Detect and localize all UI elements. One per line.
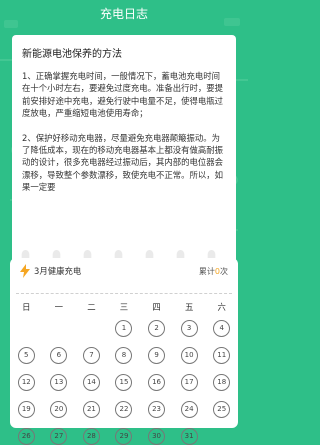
calendar-card: 3月健康充电 累计0次 日一二三四五六 1 2 3 4 5 6 7 8 9 10 11 12 13 14 1… [10, 258, 238, 445]
page-title: 充电日志 [99, 7, 148, 21]
calendar-day[interactable]: 30 [140, 428, 173, 445]
calendar-day-number: 30 [148, 428, 166, 445]
calendar-day-number: 26 [17, 428, 35, 445]
weekday-label: 一 [54, 302, 64, 312]
calendar-day-number: 20 [50, 401, 68, 418]
calendar-day-number: 21 [82, 401, 100, 418]
calendar-day[interactable]: 3 [173, 320, 206, 337]
month-label: 3月健康充电 [34, 266, 82, 276]
calendar-day[interactable]: 5 [10, 347, 43, 364]
article-paragraph-1: 1、正确掌握充电时间，一般情况下，蓄电池充电时间在十个小时左右，要避免过度充电。… [22, 71, 223, 119]
total-unit: 次 [220, 266, 228, 276]
calendar-day[interactable]: 23 [140, 401, 173, 418]
weekday-label: 五 [184, 302, 194, 312]
calendar-day-number: 15 [115, 374, 133, 391]
calendar-day[interactable]: 18 [205, 374, 238, 391]
month-label-group: 3月健康充电 [20, 264, 81, 278]
calendar-day[interactable]: 1 [108, 320, 141, 337]
weekday-label: 四 [152, 302, 161, 312]
lightning-bolt-icon [20, 264, 30, 278]
calendar-day-number: 4 [213, 320, 231, 337]
calendar-day[interactable]: 25 [205, 401, 238, 418]
calendar-day-number: 16 [148, 374, 166, 391]
calendar-day[interactable]: 2 [140, 320, 173, 337]
calendar-day-number: 19 [17, 401, 35, 418]
calendar-day[interactable]: 17 [173, 374, 206, 391]
article-card[interactable]: 新能源电池保养的方法 1、正确掌握充电时间，一般情况下，蓄电池充电时间在十个小时… [12, 35, 236, 266]
calendar-header: 3月健康充电 累计0次 [20, 258, 228, 284]
calendar-day-number: 17 [180, 374, 198, 391]
calendar-day-number: 18 [213, 374, 231, 391]
calendar-day[interactable]: 26 [10, 428, 43, 445]
calendar-day-number: 10 [180, 347, 198, 364]
empty-day-cell [75, 321, 108, 336]
calendar-day-number: 1 [115, 320, 133, 337]
calendar-day-number: 24 [180, 401, 198, 418]
calendar-day-number: 12 [17, 374, 35, 391]
calendar-day[interactable]: 13 [43, 374, 76, 391]
weekday-label: 二 [87, 302, 96, 312]
calendar-day-number: 22 [115, 401, 133, 418]
calendar-day[interactable]: 19 [10, 401, 43, 418]
calendar-day-number: 3 [180, 320, 198, 337]
calendar-day[interactable]: 31 [173, 428, 206, 445]
calendar-day[interactable]: 11 [205, 347, 238, 364]
weekday-label: 六 [217, 302, 226, 312]
weekday-label: 日 [22, 302, 31, 312]
calendar-day-number: 25 [213, 401, 231, 418]
calendar-day[interactable]: 6 [43, 347, 76, 364]
calendar-day-number: 13 [50, 374, 68, 391]
calendar-day-number: 6 [50, 347, 68, 364]
calendar-day[interactable]: 8 [108, 347, 141, 364]
calendar-day-number: 9 [148, 347, 166, 364]
calendar-day[interactable]: 10 [173, 347, 206, 364]
calendar-divider [16, 293, 232, 294]
calendar-day-number: 31 [180, 428, 198, 445]
article-title: 新能源电池保养的方法 [22, 49, 122, 60]
calendar-day[interactable]: 21 [75, 401, 108, 418]
calendar-day[interactable]: 14 [75, 374, 108, 391]
empty-day-cell [10, 321, 43, 336]
calendar-day-number: 8 [115, 347, 133, 364]
calendar-day-number: 28 [82, 428, 100, 445]
calendar-day[interactable]: 15 [108, 374, 141, 391]
total-charge-count: 累计0次 [199, 266, 228, 277]
calendar-day[interactable]: 9 [140, 347, 173, 364]
calendar-day[interactable]: 24 [173, 401, 206, 418]
calendar-day[interactable]: 7 [75, 347, 108, 364]
day-grid: 1 2 3 4 5 6 7 8 9 10 11 12 13 14 15 16 17 18 19 20 21 22 23 24 2… [10, 320, 238, 445]
empty-day-cell [43, 321, 76, 336]
calendar-day[interactable]: 4 [205, 320, 238, 337]
total-label: 累计 [198, 266, 215, 276]
calendar-day[interactable]: 28 [75, 428, 108, 445]
calendar-day[interactable]: 16 [140, 374, 173, 391]
calendar-day-number: 29 [115, 428, 133, 445]
calendar-day-number: 2 [148, 320, 166, 337]
calendar-day-number: 23 [148, 401, 166, 418]
calendar-day-number: 5 [17, 347, 35, 364]
calendar-day[interactable]: 12 [10, 374, 43, 391]
weekday-label: 三 [119, 302, 129, 312]
calendar-day-number: 7 [82, 347, 100, 364]
article-paragraph-2: 2、保护好移动充电器，尽量避免充电器颠簸振动。为了降低成本，现在的移动充电器基本… [22, 132, 223, 193]
calendar-day-number: 27 [50, 428, 68, 445]
calendar-day[interactable]: 20 [43, 401, 76, 418]
calendar-day[interactable]: 22 [108, 401, 141, 418]
calendar-day-number: 14 [82, 374, 100, 391]
weekday-header: 日一二三四五六 [10, 299, 238, 315]
calendar-day[interactable]: 27 [43, 428, 76, 445]
calendar-day-number: 11 [213, 347, 231, 364]
calendar-day[interactable]: 29 [108, 428, 141, 445]
